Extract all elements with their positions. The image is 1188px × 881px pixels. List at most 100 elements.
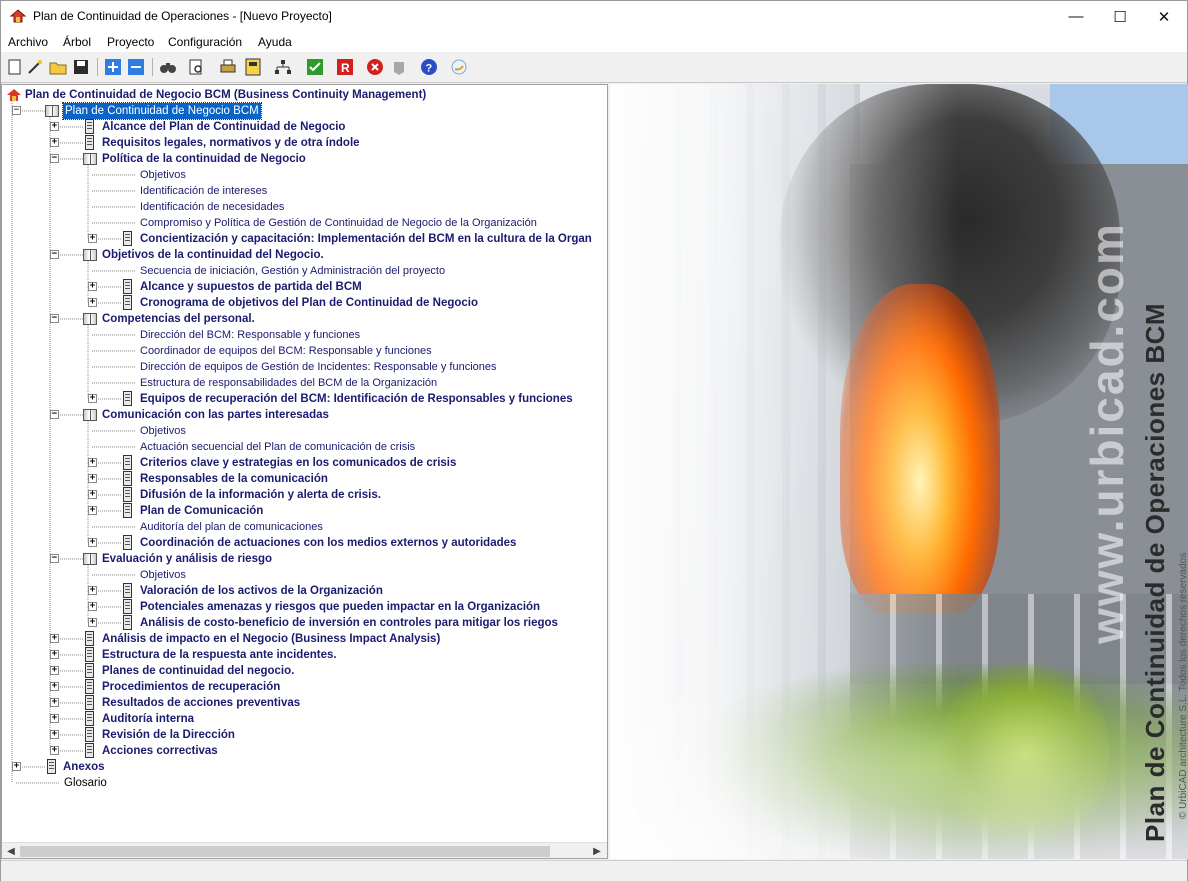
expand-icon[interactable]: + [88, 234, 97, 243]
expand-icon[interactable]: + [88, 602, 97, 611]
scroll-thumb[interactable] [20, 846, 550, 857]
r-icon[interactable]: R [335, 57, 355, 77]
tree-root[interactable]: Plan de Continuidad de Negocio BCM (Busi… [2, 87, 602, 103]
open-folder-icon[interactable] [48, 57, 68, 77]
collapse-icon[interactable]: − [50, 314, 59, 323]
expand-icon[interactable]: + [88, 618, 97, 627]
tree-item[interactable]: − Evaluación y análisis de riesgo [2, 551, 607, 567]
new-doc-icon[interactable] [5, 57, 25, 77]
tree-item[interactable]: + Criterios clave y estrategias en los co… [2, 455, 607, 471]
expand-icon[interactable]: + [50, 634, 59, 643]
menu-archivo[interactable]: Archivo [8, 35, 48, 49]
tree-item[interactable]: − Objetivos de la continuidad del Negocio… [2, 247, 607, 263]
tree-item[interactable]: + Equipos de recuperación del BCM: Identi… [2, 391, 607, 407]
maximize-button[interactable]: ☐ [1097, 1, 1143, 32]
tree-item[interactable]: − Plan de Continuidad de Negocio BCM [2, 102, 607, 120]
tree-item[interactable]: Estructura de responsabilidades del BCM … [2, 375, 607, 391]
collapse-icon[interactable]: − [50, 410, 59, 419]
save-icon[interactable] [71, 57, 91, 77]
tree-item[interactable]: + Responsables de la comunicación [2, 471, 607, 487]
tree-item[interactable]: + Resultados de acciones preventivas [2, 695, 607, 711]
tree-item[interactable]: + Requisitos legales, normativos y de otr… [2, 135, 607, 151]
tree-item[interactable]: Objetivos [2, 423, 607, 439]
tree-item[interactable]: Identificación de intereses [2, 183, 607, 199]
close-button[interactable]: ✕ [1141, 1, 1187, 32]
tree-item[interactable]: Objetivos [2, 167, 607, 183]
expand-icon[interactable]: + [12, 762, 21, 771]
tree-item[interactable]: + Análisis de impacto en el Negocio (Busi… [2, 631, 607, 647]
tree-item[interactable]: Dirección de equipos de Gestión de Incid… [2, 359, 607, 375]
tree-view[interactable]: Plan de Continuidad de Negocio BCM (Busi… [1, 84, 608, 859]
collapse-minus-icon[interactable] [126, 57, 146, 77]
tree-item[interactable]: Actuación secuencial del Plan de comunic… [2, 439, 607, 455]
help-icon[interactable]: ? [419, 57, 439, 77]
expand-icon[interactable]: + [50, 698, 59, 707]
expand-plus-icon[interactable] [103, 57, 123, 77]
tree-item[interactable]: + Análisis de costo-beneficio de inversió… [2, 615, 607, 631]
collapse-icon[interactable]: − [12, 106, 21, 115]
expand-icon[interactable]: + [88, 474, 97, 483]
tree-structure-icon[interactable] [273, 57, 293, 77]
tree-item[interactable]: + Concientización y capacitación: Impleme… [2, 231, 607, 247]
expand-icon[interactable]: + [88, 458, 97, 467]
menu-arbol[interactable]: Árbol [63, 35, 91, 49]
open-wand-icon[interactable] [25, 57, 45, 77]
expand-icon[interactable]: + [88, 506, 97, 515]
tree-item[interactable]: + Coordinación de actuaciones con los med… [2, 535, 607, 551]
print-icon[interactable] [218, 57, 238, 77]
expand-icon[interactable]: + [88, 394, 97, 403]
info-icon[interactable] [449, 57, 469, 77]
tree-item[interactable]: − Competencias del personal. [2, 311, 607, 327]
menu-proyecto[interactable]: Proyecto [107, 35, 154, 49]
scroll-right-arrow-icon[interactable]: ▶ [590, 844, 604, 858]
tree-item[interactable]: + Planes de continuidad del negocio. [2, 663, 607, 679]
tree-item[interactable]: Objetivos [2, 567, 607, 583]
check-icon[interactable] [305, 57, 325, 77]
tree-item[interactable]: Identificación de necesidades [2, 199, 607, 215]
expand-icon[interactable]: + [50, 682, 59, 691]
tree-item[interactable]: + Plan de Comunicación [2, 503, 607, 519]
tree-item[interactable]: Dirección del BCM: Responsable y funcion… [2, 327, 607, 343]
expand-icon[interactable]: + [50, 138, 59, 147]
preview-icon[interactable] [187, 57, 207, 77]
expand-icon[interactable]: + [50, 666, 59, 675]
menu-configuracion[interactable]: Configuración [168, 35, 242, 49]
expand-icon[interactable]: + [50, 746, 59, 755]
stop-icon[interactable] [365, 57, 385, 77]
tree-item[interactable]: + Alcance del Plan de Continuidad de Nego… [2, 119, 607, 135]
expand-icon[interactable]: + [88, 490, 97, 499]
tree-item[interactable]: − Política de la continuidad de Negocio [2, 151, 607, 167]
tree-item[interactable]: + Cronograma de objetivos del Plan de Con… [2, 295, 607, 311]
tree-item[interactable]: + Auditoría interna [2, 711, 607, 727]
collapse-icon[interactable]: − [50, 154, 59, 163]
horizontal-scrollbar[interactable]: ◀ ▶ [2, 842, 607, 858]
tree-item[interactable]: + Estructura de la respuesta ante inciden… [2, 647, 607, 663]
expand-icon[interactable]: + [88, 586, 97, 595]
gray-icon[interactable] [389, 57, 409, 77]
expand-icon[interactable]: + [50, 730, 59, 739]
tree-item[interactable]: + Alcance y supuestos de partida del BCM [2, 279, 607, 295]
tree-item[interactable]: + Acciones correctivas [2, 743, 607, 759]
expand-icon[interactable]: + [50, 714, 59, 723]
tree-item[interactable]: + Procedimientos de recuperación [2, 679, 607, 695]
minimize-button[interactable]: — [1053, 1, 1099, 32]
tree-item[interactable]: + Valoración de los activos de la Organiz… [2, 583, 607, 599]
expand-icon[interactable]: + [50, 650, 59, 659]
tree-item[interactable]: + Difusión de la información y alerta de … [2, 487, 607, 503]
tree-item[interactable]: Coordinador de equipos del BCM: Responsa… [2, 343, 607, 359]
tree-item[interactable]: Compromiso y Política de Gestión de Cont… [2, 215, 607, 231]
tree-item[interactable]: + Anexos [2, 759, 607, 775]
collapse-icon[interactable]: − [50, 554, 59, 563]
menu-ayuda[interactable]: Ayuda [258, 35, 292, 49]
tree-item[interactable]: + Revisión de la Dirección [2, 727, 607, 743]
calc-icon[interactable] [243, 57, 263, 77]
tree-item[interactable]: − Comunicación con las partes interesadas [2, 407, 607, 423]
expand-icon[interactable]: + [88, 538, 97, 547]
expand-icon[interactable]: + [88, 298, 97, 307]
binoculars-icon[interactable] [158, 57, 178, 77]
expand-icon[interactable]: + [88, 282, 97, 291]
tree-item[interactable]: Secuencia de iniciación, Gestión y Admin… [2, 263, 607, 279]
scroll-left-arrow-icon[interactable]: ◀ [4, 844, 18, 858]
collapse-icon[interactable]: − [50, 250, 59, 259]
tree-item[interactable]: Auditoría del plan de comunicaciones [2, 519, 607, 535]
